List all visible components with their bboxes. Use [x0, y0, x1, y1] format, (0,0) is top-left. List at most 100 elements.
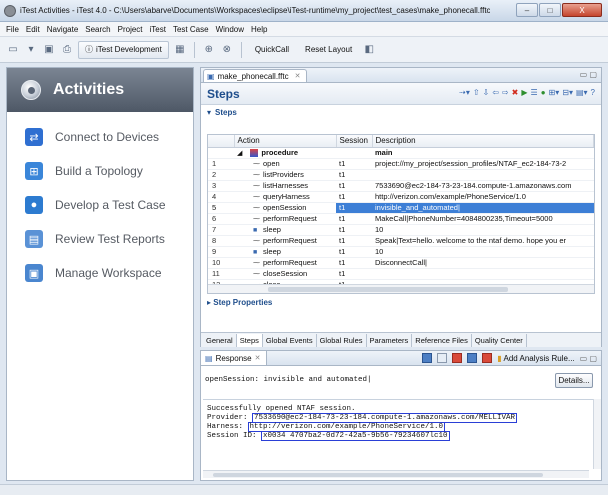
copy-icon[interactable]	[437, 353, 448, 363]
collapse-icon[interactable]: ⊟▾	[562, 88, 573, 97]
perspective-label: iTest Development	[96, 45, 162, 54]
row-action: sleep	[263, 225, 281, 234]
perspective-button[interactable]: ⓘ iTest Development	[78, 40, 169, 59]
save-icon[interactable]: ▣	[42, 43, 56, 57]
layout-icon[interactable]: ◧	[362, 43, 376, 57]
breakpoint-icon[interactable]: ●	[541, 88, 546, 97]
column-header-description[interactable]: Description	[372, 135, 594, 148]
action-icon: ⁓	[253, 205, 260, 212]
menu-help[interactable]: Help	[251, 25, 267, 34]
open-perspective-icon[interactable]: ▦	[173, 43, 187, 57]
toolbar-separator	[240, 41, 242, 58]
stop-icon[interactable]	[482, 353, 493, 363]
editor-tab[interactable]: ▣ make_phonecall.fftc ✕	[203, 69, 308, 82]
add-step-icon[interactable]: ⇢▾	[459, 88, 470, 97]
table-row[interactable]: 10 ⁓ performRequest t1 DisconnectCall|	[208, 257, 594, 269]
expand-icon[interactable]: ⊞▾	[549, 88, 560, 97]
table-row-procedure[interactable]: ◢ procedure main	[208, 147, 594, 159]
response-tab[interactable]: ▤ Response ✕	[201, 351, 268, 365]
add-rule-label: Add Analysis Rule...	[503, 353, 575, 363]
table-row[interactable]: 4 ⁓ queryHarness t1 http://verizon.com/ex…	[208, 191, 594, 203]
table-row-selected[interactable]: 5 ⁓ openSession t1 invisible_and_automate…	[208, 202, 594, 214]
table-row[interactable]: 8 ⁓ performRequest t1 Speak|Text=hello. w…	[208, 235, 594, 247]
expand-triangle-icon[interactable]: ◢	[237, 150, 242, 157]
row-session: t1	[336, 257, 372, 269]
session-id-value[interactable]: x0034 4707ba2-0d72-42a5-9b56-79234607lc1…	[261, 431, 450, 441]
tab-steps[interactable]: Steps	[236, 333, 263, 347]
close-button[interactable]: X	[562, 3, 602, 17]
clear-icon[interactable]	[452, 353, 463, 363]
activity-connect-to-devices[interactable]: ⇄ Connect to Devices	[7, 120, 193, 154]
print-icon[interactable]: ⎙	[60, 43, 74, 57]
action-icon: ⁓	[253, 216, 260, 223]
menu-file[interactable]: File	[6, 25, 19, 34]
export-icon[interactable]	[467, 353, 478, 363]
close-tab-icon[interactable]: ✕	[255, 354, 261, 362]
tab-quality-center[interactable]: Quality Center	[472, 333, 527, 347]
activity-review-test-reports[interactable]: ▤ Review Test Reports	[7, 222, 193, 256]
activity-build-topology[interactable]: ⊞ Build a Topology	[7, 154, 193, 188]
network-icon[interactable]: ⊕	[202, 43, 216, 57]
view-icon[interactable]	[422, 353, 433, 363]
move-up-icon[interactable]: ⇧	[473, 88, 480, 97]
reset-layout-button[interactable]: Reset Layout	[299, 45, 358, 54]
table-row[interactable]: 6 ⁓ performRequest t1 MakeCall|PhoneNumbe…	[208, 213, 594, 225]
horizontal-scrollbar[interactable]	[203, 470, 589, 478]
move-right-icon[interactable]: ⇨	[502, 88, 509, 97]
tab-parameters[interactable]: Parameters	[367, 333, 413, 347]
menu-project[interactable]: Project	[118, 25, 143, 34]
tab-global-rules[interactable]: Global Rules	[317, 333, 367, 347]
menu-search[interactable]: Search	[85, 25, 110, 34]
menu-test-case[interactable]: Test Case	[173, 25, 209, 34]
steps-section-header[interactable]: ▾ Steps	[201, 105, 601, 119]
menu-navigate[interactable]: Navigate	[47, 25, 79, 34]
table-row[interactable]: 7 ■ sleep t1 10	[208, 224, 594, 236]
minimize-maximize-icon[interactable]: ▭ ▢	[580, 70, 597, 79]
tab-reference-files[interactable]: Reference Files	[412, 333, 472, 347]
run-icon[interactable]: ▶	[521, 88, 527, 97]
row-number: 1	[208, 158, 234, 170]
new-icon[interactable]: ▭	[6, 43, 20, 57]
list-icon[interactable]: ☰	[531, 88, 538, 97]
row-session: t1	[336, 224, 372, 236]
table-row[interactable]: 9 ■ sleep t1 10	[208, 246, 594, 258]
tab-general[interactable]: General	[203, 333, 237, 347]
help-icon[interactable]: ?	[591, 88, 595, 97]
dropdown-icon[interactable]: ▾	[24, 43, 38, 57]
view-menu-icon[interactable]: ▤▾	[576, 88, 588, 97]
add-analysis-rule-button[interactable]: ▮ Add Analysis Rule...	[497, 354, 574, 363]
table-header: Action Session Description	[208, 135, 594, 148]
table-row[interactable]: 3 ⁓ listHarnesses t1 7533690@ec2-184-73-2…	[208, 180, 594, 192]
tab-global-events[interactable]: Global Events	[263, 333, 317, 347]
move-down-icon[interactable]: ⇩	[483, 88, 490, 97]
close-tab-icon[interactable]: ✕	[295, 72, 301, 80]
table-row[interactable]: 2 ⁓ listProviders t1	[208, 169, 594, 181]
quickcall-button[interactable]: QuickCall	[249, 45, 295, 54]
column-header-action[interactable]: Action	[234, 135, 337, 148]
activity-develop-test-case[interactable]: ● Develop a Test Case	[7, 188, 193, 222]
horizontal-scrollbar[interactable]	[208, 284, 594, 293]
vertical-scrollbar[interactable]	[593, 399, 601, 469]
step-properties-section[interactable]: ▸ Step Properties	[207, 298, 272, 307]
move-left-icon[interactable]: ⇦	[492, 88, 499, 97]
steps-header: Steps ⇢▾ ⇧ ⇩ ⇦ ⇨ ✖ ▶ ☰ ● ⊞▾ ⊟▾ ▤▾ ?	[201, 83, 601, 105]
table-row[interactable]: 1 ⁓ open t1 project://my_project/session_…	[208, 158, 594, 170]
network-alt-icon[interactable]: ⊗	[220, 43, 234, 57]
table-row[interactable]: 11 ⁓ closeSession t1	[208, 268, 594, 280]
scrollbar-thumb[interactable]	[268, 287, 508, 292]
menu-window[interactable]: Window	[216, 25, 244, 34]
minimize-maximize-icon[interactable]: ▭ ▢	[580, 354, 597, 363]
minimize-button[interactable]: –	[516, 3, 538, 17]
row-description: invisible_and_automated|	[372, 202, 594, 214]
scrollbar-thumb[interactable]	[213, 473, 543, 477]
maximize-button[interactable]: □	[539, 3, 561, 17]
menu-itest[interactable]: iTest	[150, 25, 166, 34]
details-button[interactable]: Details...	[555, 373, 593, 388]
activity-manage-workspace[interactable]: ▣ Manage Workspace	[7, 256, 193, 290]
column-header-session[interactable]: Session	[336, 135, 373, 148]
editor-bottom-tabs: General Steps Global Events Global Rules…	[201, 332, 601, 347]
window-controls: – □ X	[516, 3, 602, 17]
menu-edit[interactable]: Edit	[26, 25, 40, 34]
sleep-icon: ■	[253, 249, 258, 256]
delete-icon[interactable]: ✖	[512, 88, 519, 97]
